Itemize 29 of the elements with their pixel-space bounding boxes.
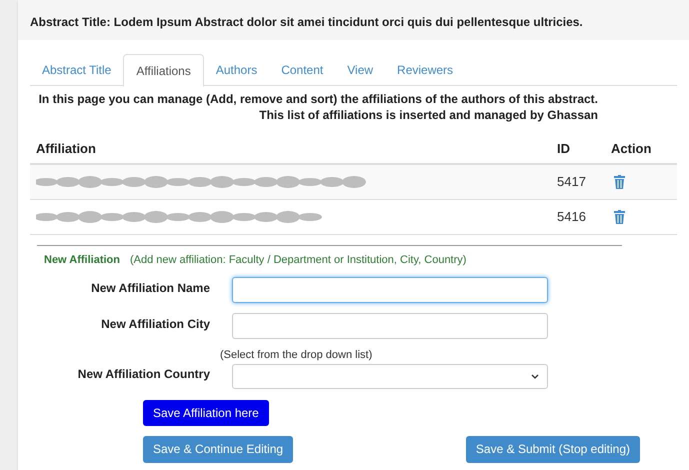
field-label: New Affiliation Name	[90, 280, 211, 296]
tab[interactable]: View	[335, 54, 386, 86]
table-cell-text: 5416	[557, 208, 587, 226]
intro-text: In this page you can manage (Add, remove and sort) the affiliations of the authors of this abstract.	[38, 91, 598, 107]
chevron-down-icon	[531, 374, 539, 378]
tab[interactable]: Affiliations	[123, 54, 204, 87]
abstract-title: Abstract Title: Lodem Ipsum Abstract dolor sit amei tincidunt orci quis dui pellentesque ultricies.	[30, 15, 583, 29]
column-header: ID	[557, 140, 571, 158]
field-note: (Select from the drop down list)	[220, 348, 374, 362]
country-select[interactable]	[232, 364, 548, 388]
column-header: Action	[611, 140, 652, 158]
column-header: Affiliation	[35, 140, 97, 158]
tab[interactable]: Authors	[204, 54, 270, 86]
tab[interactable]: Reviewers	[385, 54, 466, 86]
section-title: New Affiliation	[44, 253, 120, 268]
input-field[interactable]	[232, 276, 548, 302]
section-hint: (Add new affiliation: Faculty / Department or Institution, City, Country)	[130, 253, 466, 268]
tab[interactable]: Abstract Title	[30, 54, 124, 86]
field-label: New Affiliation Country	[76, 366, 211, 382]
save-continue-button[interactable]: Save & Continue Editing	[143, 436, 294, 462]
save-affiliation-button[interactable]: Save Affiliation here	[143, 400, 269, 426]
table-cell-text: 5417	[557, 173, 587, 192]
trash-icon[interactable]	[614, 175, 625, 189]
field-label: New Affiliation City	[100, 316, 211, 332]
trash-icon[interactable]	[614, 210, 625, 224]
input-field[interactable]	[232, 312, 548, 338]
tab[interactable]: Content	[269, 54, 336, 86]
save-submit-button[interactable]: Save & Submit (Stop editing)	[466, 436, 640, 462]
intro-text: This list of affiliations is inserted and managed by Ghassan	[259, 107, 598, 123]
